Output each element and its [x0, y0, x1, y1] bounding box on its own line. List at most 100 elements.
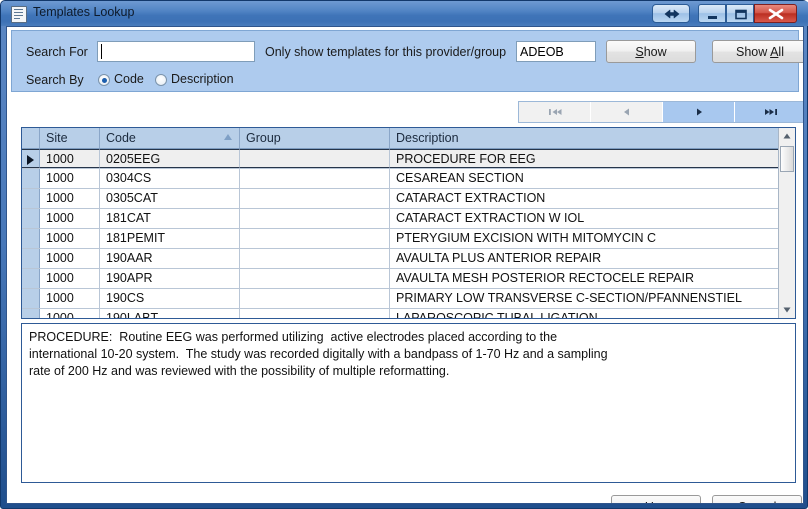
row-gutter — [22, 269, 40, 288]
cell-group — [240, 289, 390, 308]
search-panel: Search For Search By Code Description On… — [11, 30, 803, 123]
cell-group — [240, 189, 390, 208]
radio-dot-icon — [155, 74, 167, 86]
sort-ascending-icon — [224, 134, 232, 140]
row-gutter — [22, 229, 40, 248]
table-row[interactable]: 1000 0305CAT CATARACT EXTRACTION — [22, 189, 795, 209]
maximize-icon[interactable] — [726, 4, 754, 23]
cell-code: 190APR — [100, 269, 240, 288]
row-gutter — [22, 189, 40, 208]
table-row[interactable]: 1000 0205EEG PROCEDURE FOR EEG — [22, 149, 795, 169]
column-header-code[interactable]: Code — [100, 128, 240, 148]
cell-description: CATARACT EXTRACTION W IOL — [396, 211, 585, 225]
cell-code: 181CAT — [100, 209, 240, 228]
previous-record-button[interactable] — [591, 102, 663, 122]
minimize-icon[interactable] — [698, 4, 726, 23]
cell-group — [240, 249, 390, 268]
cell-description: CESAREAN SECTION — [396, 171, 524, 185]
document-list-icon — [11, 6, 27, 23]
column-header-description[interactable]: Description — [390, 128, 780, 148]
table-row[interactable]: 1000 190AAR AVAULTA PLUS ANTERIOR REPAIR — [22, 249, 795, 269]
dialog-client-area: Search For Search By Code Description On… — [6, 26, 804, 504]
grid-header-row: Site Code Group Description — [22, 128, 795, 149]
radio-dot-selected-icon — [98, 74, 110, 86]
scroll-up-arrow-icon[interactable] — [779, 128, 795, 144]
table-row[interactable]: 1000 0304CS CESAREAN SECTION — [22, 169, 795, 189]
template-detail-memo[interactable]: PROCEDURE: Routine EEG was performed uti… — [21, 323, 796, 483]
templates-lookup-window: Templates Lookup Search For Search By Co… — [0, 0, 808, 509]
cell-site: 1000 — [40, 289, 100, 308]
cell-code: 0205EEG — [100, 149, 240, 168]
scrollbar-thumb[interactable] — [780, 146, 794, 172]
cell-group — [240, 169, 390, 188]
cell-site: 1000 — [40, 189, 100, 208]
cell-description: AVAULTA PLUS ANTERIOR REPAIR — [396, 251, 602, 265]
next-record-button[interactable] — [663, 102, 735, 122]
title-bar: Templates Lookup — [1, 1, 808, 26]
cell-code: 190AAR — [100, 249, 240, 268]
last-record-button[interactable] — [735, 102, 803, 122]
text-caret — [101, 44, 102, 59]
provider-group-label: Only show templates for this provider/gr… — [265, 45, 507, 59]
cell-description: CATARACT EXTRACTION — [396, 191, 546, 205]
table-row[interactable]: 1000 190CS PRIMARY LOW TRANSVERSE C-SECTIO… — [22, 289, 795, 309]
grid-vertical-scrollbar[interactable] — [778, 128, 795, 318]
radio-code-label: Code — [114, 72, 144, 86]
search-input[interactable] — [97, 41, 255, 62]
window-title: Templates Lookup — [33, 5, 135, 19]
search-for-label: Search For — [26, 45, 88, 59]
play-back-icon — [623, 108, 629, 116]
cell-description: LAPAROSCOPIC TUBAL LIGATION — [396, 311, 598, 319]
grid-gutter-header — [22, 128, 40, 148]
provider-group-input[interactable] — [516, 41, 596, 62]
cell-group — [240, 269, 390, 288]
cell-description: PRIMARY LOW TRANSVERSE C-SECTION/PFANNEN… — [396, 291, 742, 305]
cell-site: 1000 — [40, 209, 100, 228]
skip-forward-icon — [764, 109, 777, 115]
cell-site: 1000 — [40, 269, 100, 288]
scroll-down-arrow-icon[interactable] — [779, 302, 795, 318]
row-gutter — [22, 249, 40, 268]
cell-site: 1000 — [40, 309, 100, 318]
show-all-button[interactable]: Show All — [712, 40, 803, 63]
cell-group — [240, 209, 390, 228]
show-button[interactable]: Show — [606, 40, 696, 63]
row-gutter — [22, 169, 40, 188]
search-by-label: Search By — [26, 73, 84, 87]
cell-group — [240, 149, 390, 168]
record-navigator — [518, 101, 803, 123]
column-header-group[interactable]: Group — [240, 128, 390, 148]
table-row[interactable]: 1000 190LABT LAPAROSCOPIC TUBAL LIGATION — [22, 309, 795, 319]
cancel-button[interactable]: Cancel — [712, 495, 802, 503]
column-header-code-label: Code — [106, 131, 136, 145]
cell-description: PTERYGIUM EXCISION WITH MITOMYCIN C — [396, 231, 656, 245]
cell-code: 190CS — [100, 289, 240, 308]
row-gutter — [22, 209, 40, 228]
cell-code: 181PEMIT — [100, 229, 240, 248]
cell-site: 1000 — [40, 229, 100, 248]
radio-description-label: Description — [171, 72, 234, 86]
cell-site: 1000 — [40, 149, 100, 168]
first-record-button[interactable] — [519, 102, 591, 122]
cell-code: 0304CS — [100, 169, 240, 188]
play-forward-icon — [696, 108, 702, 116]
use-button[interactable]: Use — [611, 495, 701, 503]
grid-body: 1000 0205EEG PROCEDURE FOR EEG 1000 0304CS CE… — [22, 149, 795, 319]
cell-site: 1000 — [40, 249, 100, 268]
cell-description: PROCEDURE FOR EEG — [390, 149, 780, 168]
cell-code: 190LABT — [100, 309, 240, 318]
cell-code: 0305CAT — [100, 189, 240, 208]
row-gutter — [22, 289, 40, 308]
resize-arrows-icon[interactable] — [652, 4, 690, 23]
cell-group — [240, 309, 390, 318]
row-gutter — [22, 309, 40, 318]
column-header-site[interactable]: Site — [40, 128, 100, 148]
table-row[interactable]: 1000 181PEMIT PTERYGIUM EXCISION WITH MITO… — [22, 229, 795, 249]
cell-description: AVAULTA MESH POSTERIOR RECTOCELE REPAIR — [396, 271, 694, 285]
table-row[interactable]: 1000 190APR AVAULTA MESH POSTERIOR RECTOCE… — [22, 269, 795, 289]
current-row-arrow-icon — [27, 155, 34, 165]
cell-group — [240, 229, 390, 248]
table-row[interactable]: 1000 181CAT CATARACT EXTRACTION W IOL — [22, 209, 795, 229]
templates-grid: Site Code Group Description 1000 0205EEG P… — [21, 127, 796, 319]
close-icon[interactable] — [754, 4, 797, 23]
